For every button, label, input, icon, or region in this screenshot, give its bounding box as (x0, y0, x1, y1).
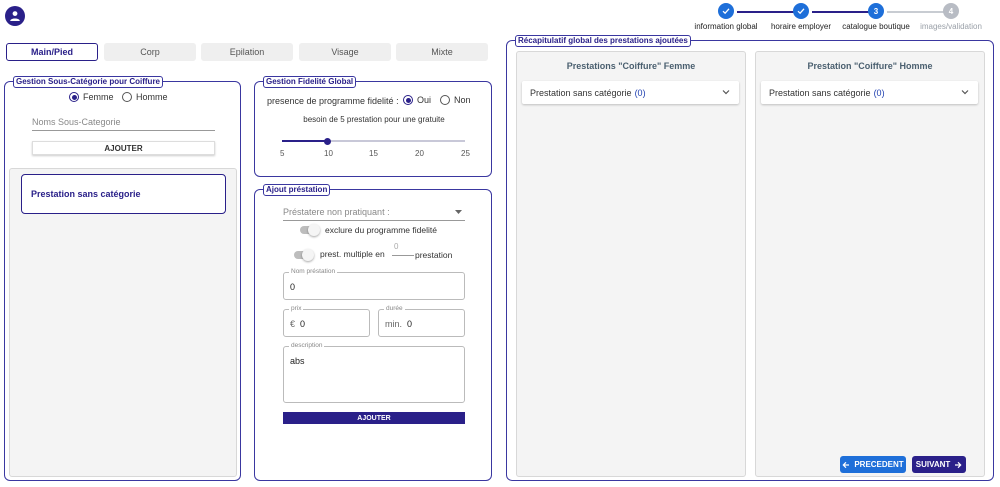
step-catalogue-boutique[interactable]: 3 catalogue boutique (838, 3, 914, 31)
check-icon (718, 3, 734, 19)
tab-epilation[interactable]: Epilation (201, 43, 293, 61)
radio-femme[interactable]: Femme (69, 92, 114, 102)
description-field[interactable]: description abs (283, 342, 465, 403)
radio-label: Homme (136, 92, 168, 102)
chevron-down-icon (722, 90, 730, 95)
button-label: SUIVANT (915, 460, 951, 469)
person-icon (10, 11, 20, 21)
prix-field[interactable]: prix € 0 (283, 305, 370, 337)
prest-multiple-label: prest. multiple en (320, 249, 385, 259)
tab-corp[interactable]: Corp (104, 43, 196, 61)
tab-main-pied[interactable]: Main/Pied (6, 43, 98, 61)
step-label: images/validation (920, 22, 982, 31)
chevron-down-icon (961, 90, 969, 95)
fidelite-panel: Gestion Fidelité Global presence de prog… (254, 76, 492, 177)
field-label: Nom préstation (289, 268, 338, 276)
column-title: Prestation "Coiffure" Homme (807, 61, 933, 71)
panel-title: Ajout préstation (263, 184, 331, 196)
radio-unchecked-icon (122, 92, 132, 102)
precedent-button[interactable]: PRECEDENT (840, 456, 906, 473)
prestataire-select[interactable]: Préstatere non pratiquant : (283, 207, 465, 221)
categorie-list: Prestation sans catégorie (9, 168, 237, 477)
suivant-button[interactable]: SUIVANT (912, 456, 966, 473)
radio-unchecked-icon (440, 95, 450, 105)
arrow-right-icon (955, 461, 962, 468)
radio-label: Femme (83, 92, 114, 102)
fidelite-question: presence de programme fidelité : (267, 96, 399, 106)
step-horaire-employer[interactable]: horaire employer (763, 3, 839, 31)
field-label: durée (384, 305, 405, 313)
prest-multiple-input[interactable]: 0 (392, 242, 414, 256)
radio-oui[interactable]: Oui (403, 95, 431, 105)
field-label: prix (289, 305, 304, 313)
add-sous-categorie-button[interactable]: AJOUTER (32, 141, 215, 155)
progress-stepper: information global horaire employer 3 ca… (690, 3, 990, 33)
add-prestation-button[interactable]: AJOUTER (283, 412, 465, 424)
nom-prestation-field[interactable]: Nom préstation 0 (283, 268, 465, 300)
panel-title: Gestion Fidelité Global (263, 76, 357, 88)
field-value: 0 (290, 282, 296, 292)
arrow-left-icon (842, 461, 850, 468)
panel-title: Récapitulatif global des prestations ajo… (515, 35, 691, 47)
slider-tick: 15 (369, 149, 378, 158)
slider-tick: 10 (324, 149, 333, 158)
check-icon (793, 3, 809, 19)
field-value: 0 (407, 319, 413, 329)
dropdown-arrow-icon (455, 210, 462, 214)
slider-tick: 20 (415, 149, 424, 158)
radio-homme[interactable]: Homme (122, 92, 168, 102)
categorie-card[interactable]: Prestation sans catégorie (21, 174, 226, 214)
fidelite-need-text: besoin de 5 prestation pour une gratuite (303, 115, 445, 124)
exclude-fidelite-toggle[interactable] (300, 224, 320, 236)
accordion-label: Prestation sans catégorie (769, 87, 871, 98)
accordion-label: Prestation sans catégorie (530, 87, 632, 98)
ajout-prestation-panel: Ajout préstation Préstatere non pratiqua… (254, 184, 492, 481)
accordion-femme-sans-categorie[interactable]: Prestation sans catégorie (0) (522, 81, 739, 104)
button-label: PRECEDENT (854, 460, 904, 469)
accordion-count: (0) (873, 87, 885, 98)
step-label: information global (694, 22, 758, 31)
sous-categorie-panel: Gestion Sous-Catégorie pour Coiffure Fem… (4, 76, 241, 481)
radio-checked-icon (403, 95, 413, 105)
radio-label: Oui (417, 95, 432, 105)
tab-visage[interactable]: Visage (299, 43, 391, 61)
minutes-prefix: min. (385, 319, 403, 329)
duree-field[interactable]: durée min. 0 (378, 305, 465, 337)
prest-multiple-toggle[interactable] (294, 249, 314, 261)
step-information-global[interactable]: information global (688, 3, 764, 31)
euro-prefix: € (290, 319, 296, 329)
category-tabs: Main/Pied Corp Epilation Visage Mixte (6, 43, 489, 61)
slider-tick: 25 (461, 149, 470, 158)
accordion-count: (0) (634, 87, 646, 98)
slider-fill (282, 140, 328, 142)
exclude-fidelite-label: exclure du programme fidelité (325, 225, 437, 235)
step-number: 4 (943, 3, 959, 19)
recap-homme-column: Prestation "Coiffure" Homme Prestation s… (755, 51, 985, 477)
tab-mixte[interactable]: Mixte (396, 43, 488, 61)
prest-multiple-suffix: prestation (415, 250, 453, 260)
field-value: 0 (300, 319, 306, 329)
step-number: 3 (868, 3, 884, 19)
accordion-homme-sans-categorie[interactable]: Prestation sans catégorie (0) (761, 81, 978, 104)
radio-non[interactable]: Non (440, 95, 471, 105)
sous-categorie-name-input[interactable]: Noms Sous-Categorie (32, 117, 215, 131)
step-label: catalogue boutique (842, 22, 910, 31)
slider-tick: 5 (280, 149, 285, 158)
column-title: Prestations "Coiffure" Femme (566, 61, 696, 71)
field-label: description (289, 342, 325, 350)
user-avatar-icon[interactable] (5, 6, 25, 26)
recap-femme-column: Prestations "Coiffure" Femme Prestation … (516, 51, 746, 477)
panel-title: Gestion Sous-Catégorie pour Coiffure (13, 76, 164, 88)
recap-panel: Récapitulatif global des prestations ajo… (506, 35, 994, 481)
radio-label: Non (454, 95, 471, 105)
radio-checked-icon (69, 92, 79, 102)
field-value: abs (290, 356, 305, 366)
step-images-validation[interactable]: 4 images/validation (913, 3, 989, 31)
step-label: horaire employer (770, 22, 832, 31)
prestataire-placeholder: Préstatere non pratiquant : (283, 207, 390, 217)
slider-thumb[interactable] (324, 137, 332, 145)
